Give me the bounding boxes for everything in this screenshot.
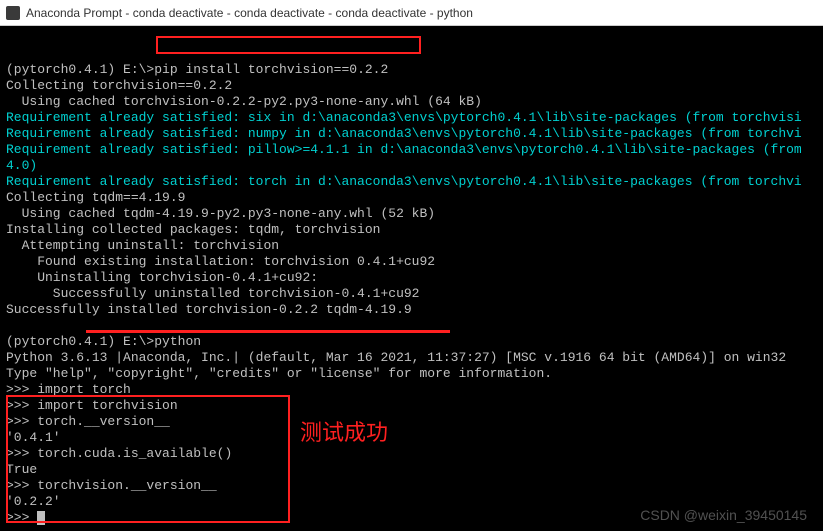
output-line: Found existing installation: torchvision… bbox=[6, 254, 435, 269]
output-line: 4.0) bbox=[6, 158, 37, 173]
output-line: Requirement already satisfied: pillow>=4… bbox=[6, 142, 802, 157]
shell-prompt: (pytorch0.4.1) E:\> bbox=[6, 62, 154, 77]
output-line bbox=[6, 318, 14, 333]
repl-output: '0.2.2' bbox=[6, 494, 61, 509]
repl-prompt: >>> bbox=[6, 510, 37, 525]
output-line: Uninstalling torchvision-0.4.1+cu92: bbox=[6, 270, 318, 285]
app-icon bbox=[6, 6, 20, 20]
repl-input: import torchvision bbox=[37, 398, 177, 413]
output-line: Using cached tqdm-4.19.9-py2.py3-none-an… bbox=[6, 206, 435, 221]
output-line: Collecting tqdm==4.19.9 bbox=[6, 190, 185, 205]
output-line: Requirement already satisfied: numpy in … bbox=[6, 126, 802, 141]
window-title-bar[interactable]: Anaconda Prompt - conda deactivate - con… bbox=[0, 0, 823, 26]
repl-input: torch.cuda.is_available() bbox=[37, 446, 232, 461]
repl-prompt: >>> bbox=[6, 446, 37, 461]
output-line: Successfully uninstalled torchvision-0.4… bbox=[6, 286, 419, 301]
repl-output: True bbox=[6, 462, 37, 477]
output-line: Requirement already satisfied: six in d:… bbox=[6, 110, 802, 125]
cursor bbox=[37, 511, 45, 525]
output-line bbox=[6, 46, 14, 61]
repl-input: torchvision.__version__ bbox=[37, 478, 216, 493]
output-line: Installing collected packages: tqdm, tor… bbox=[6, 222, 380, 237]
window-title: Anaconda Prompt - conda deactivate - con… bbox=[26, 6, 473, 20]
repl-prompt: >>> bbox=[6, 382, 37, 397]
repl-prompt: >>> bbox=[6, 414, 37, 429]
command-text: pip install torchvision==0.2.2 bbox=[154, 62, 388, 77]
terminal-output[interactable]: (pytorch0.4.1) E:\>pip install torchvisi… bbox=[0, 26, 823, 531]
output-line: Type "help", "copyright", "credits" or "… bbox=[6, 366, 552, 381]
output-line: Using cached torchvision-0.2.2-py2.py3-n… bbox=[6, 94, 482, 109]
output-line: Collecting torchvision==0.2.2 bbox=[6, 78, 232, 93]
repl-output: '0.4.1' bbox=[6, 430, 61, 445]
command-text: python bbox=[154, 334, 201, 349]
repl-prompt: >>> bbox=[6, 398, 37, 413]
shell-prompt: (pytorch0.4.1) E:\> bbox=[6, 334, 154, 349]
repl-input: import torch bbox=[37, 382, 131, 397]
output-line: Successfully installed torchvision-0.2.2… bbox=[6, 302, 412, 317]
output-line: Attempting uninstall: torchvision bbox=[6, 238, 279, 253]
output-line: Python 3.6.13 |Anaconda, Inc.| (default,… bbox=[6, 350, 786, 365]
repl-prompt: >>> bbox=[6, 478, 37, 493]
repl-input: torch.__version__ bbox=[37, 414, 170, 429]
output-line: Requirement already satisfied: torch in … bbox=[6, 174, 802, 189]
